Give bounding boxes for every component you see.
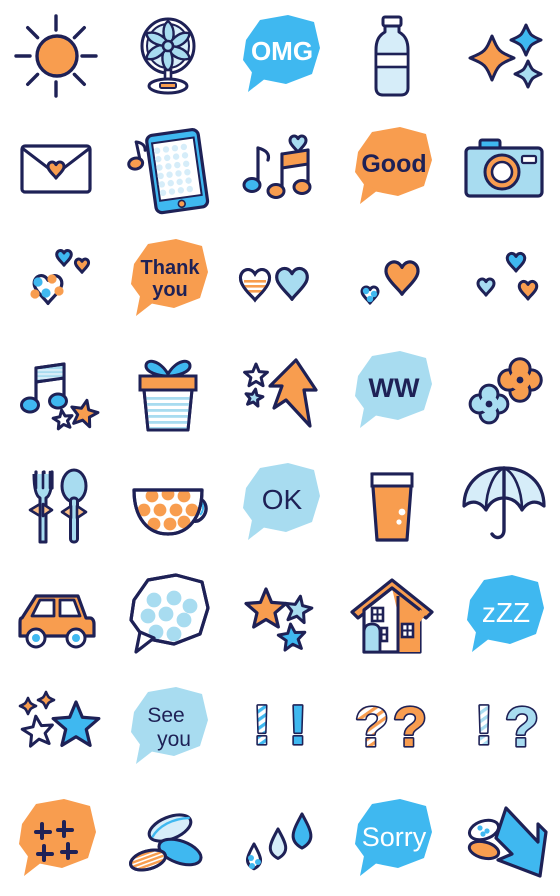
music-notes-heart-icon xyxy=(242,134,312,199)
electric-fan-icon xyxy=(140,17,196,95)
svg-text:!: ! xyxy=(289,693,308,756)
ww-bubble-icon: WW xyxy=(355,351,432,428)
sticker-cell-polka-dot-hearts[interactable] xyxy=(0,224,112,336)
sticker-cell-sun[interactable] xyxy=(0,0,112,112)
dotted-bubble-icon xyxy=(129,573,210,654)
sticker-cell-umbrella[interactable] xyxy=(448,448,560,560)
svg-text:zZZ: zZZ xyxy=(482,597,530,628)
svg-text:!: ! xyxy=(475,693,494,756)
svg-text:OMG: OMG xyxy=(251,36,313,66)
seeyou-bubble-icon: Seeyou xyxy=(131,687,208,764)
sticker-cell-camera[interactable] xyxy=(448,112,560,224)
sticker-cell-two-flowers[interactable] xyxy=(448,336,560,448)
sticker-cell-electric-fan[interactable] xyxy=(112,0,224,112)
double-question-icon: ?? xyxy=(353,693,428,759)
sticker-cell-zzz-bubble[interactable]: zZZzZZ xyxy=(448,560,560,672)
sticker-cell-dotted-bubble[interactable] xyxy=(112,560,224,672)
sticker-cell-good-bubble[interactable]: GoodGood xyxy=(336,112,448,224)
sticker-cell-anger-bubble[interactable] xyxy=(0,784,112,896)
sticker-cell-smartphone-music[interactable] xyxy=(112,112,224,224)
exclamation-question-icon: !? xyxy=(473,691,541,759)
sticker-cell-three-stars[interactable] xyxy=(224,560,336,672)
camera-icon xyxy=(464,138,544,198)
svg-text:Sorry: Sorry xyxy=(362,822,427,852)
svg-text:?: ? xyxy=(505,695,539,758)
sticker-cell-love-letter[interactable] xyxy=(0,112,112,224)
svg-text:you: you xyxy=(157,728,191,751)
sun-icon xyxy=(14,14,98,98)
omg-bubble-icon: OMG xyxy=(243,15,320,92)
up-arrow-stars-icon xyxy=(243,358,318,428)
gift-box-icon xyxy=(138,359,198,432)
house-icon xyxy=(350,578,434,654)
zzz-bubble-icon: zZZ xyxy=(467,575,544,652)
svg-text:Good: Good xyxy=(361,150,426,178)
water-bottle-icon xyxy=(374,15,410,97)
shining-stars-icon xyxy=(18,690,101,748)
anger-bubble-icon xyxy=(19,799,96,876)
teacup-icon xyxy=(132,488,208,536)
sticker-cell-sparkles[interactable] xyxy=(448,0,560,112)
sticker-cell-music-note-stars[interactable] xyxy=(0,336,112,448)
water-drops-icon xyxy=(246,812,313,871)
love-letter-icon xyxy=(20,144,92,194)
svg-text:you: you xyxy=(152,279,188,301)
sticker-cell-ok-bubble[interactable]: OKOK xyxy=(224,448,336,560)
leaves-icon xyxy=(128,813,203,874)
sticker-cell-thankyou-bubble[interactable]: ThankyouThank you xyxy=(112,224,224,336)
sticker-cell-ww-bubble[interactable]: WWWW xyxy=(336,336,448,448)
sticker-cell-fork-and-spoon[interactable] xyxy=(0,448,112,560)
ok-bubble-icon: OK xyxy=(243,463,320,540)
sticker-cell-music-notes-heart[interactable] xyxy=(224,112,336,224)
sticker-cell-car[interactable] xyxy=(0,560,112,672)
orange-heart-icon xyxy=(360,260,420,305)
fork-and-spoon-icon xyxy=(28,468,88,544)
sorry-bubble-icon: Sorry xyxy=(355,799,432,876)
smartphone-music-icon xyxy=(127,128,210,215)
sticker-cell-teacup[interactable] xyxy=(112,448,224,560)
sticker-cell-exclamation-question[interactable]: !?!? xyxy=(448,672,560,784)
three-stars-icon xyxy=(244,587,314,652)
juice-glass-icon xyxy=(370,472,414,542)
down-arrow-leaf-icon xyxy=(467,806,548,878)
sticker-cell-up-arrow-stars[interactable] xyxy=(224,336,336,448)
double-exclamation-icon: !! xyxy=(251,691,309,757)
sticker-cell-omg-bubble[interactable]: OMGOMG xyxy=(224,0,336,112)
svg-text:See: See xyxy=(147,704,184,727)
sticker-cell-orange-heart[interactable] xyxy=(336,224,448,336)
emoji-sticker-grid: OMGOMGGoodGood ThankyouThank you WWWWOKOK z… xyxy=(0,0,560,896)
sticker-cell-down-arrow-leaf[interactable] xyxy=(448,784,560,896)
svg-text:Thank: Thank xyxy=(141,257,201,279)
two-flowers-icon xyxy=(468,357,543,425)
polka-dot-hearts-icon xyxy=(30,249,91,306)
thankyou-bubble-icon: Thankyou xyxy=(131,239,208,316)
umbrella-icon xyxy=(462,466,546,540)
good-bubble-icon: Good xyxy=(355,127,432,204)
three-hearts-icon xyxy=(476,251,539,301)
car-icon xyxy=(18,594,96,649)
sticker-cell-water-drops[interactable] xyxy=(224,784,336,896)
sticker-cell-sorry-bubble[interactable]: SorrySorry xyxy=(336,784,448,896)
sticker-cell-house[interactable] xyxy=(336,560,448,672)
sticker-cell-double-question[interactable]: ???? xyxy=(336,672,448,784)
svg-text:?: ? xyxy=(393,695,427,758)
sticker-cell-shining-stars[interactable] xyxy=(0,672,112,784)
sticker-cell-double-exclamation[interactable]: !!!! xyxy=(224,672,336,784)
music-note-stars-icon xyxy=(20,362,100,431)
svg-text:!: ! xyxy=(253,693,272,756)
sticker-cell-gift-box[interactable] xyxy=(112,336,224,448)
sticker-cell-juice-glass[interactable] xyxy=(336,448,448,560)
sticker-cell-two-blue-hearts[interactable] xyxy=(224,224,336,336)
two-blue-hearts-icon xyxy=(239,267,309,303)
svg-text:WW: WW xyxy=(369,373,420,403)
sticker-cell-water-bottle[interactable] xyxy=(336,0,448,112)
svg-text:?: ? xyxy=(355,695,389,758)
sticker-cell-leaves[interactable] xyxy=(112,784,224,896)
svg-text:OK: OK xyxy=(262,484,303,515)
sticker-cell-seeyou-bubble[interactable]: SeeyouSee you xyxy=(112,672,224,784)
sticker-cell-three-hearts[interactable] xyxy=(448,224,560,336)
sparkles-icon xyxy=(468,23,543,89)
